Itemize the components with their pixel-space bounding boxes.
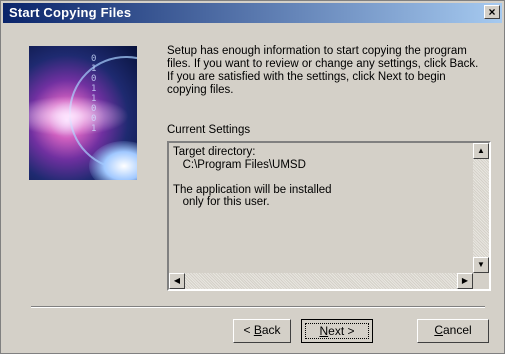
scroll-down-button[interactable]: ▼ — [473, 257, 489, 273]
next-button-label: ext > — [328, 324, 355, 338]
scroll-right-button[interactable]: ▶ — [457, 273, 473, 289]
arrow-left-icon: ◀ — [173, 276, 181, 285]
close-icon: × — [488, 5, 496, 19]
cancel-button[interactable]: Cancel — [417, 319, 489, 343]
scroll-up-button[interactable]: ▲ — [473, 143, 489, 159]
arrow-up-icon: ▲ — [477, 146, 485, 155]
window-title: Start Copying Files — [9, 5, 132, 20]
back-button-prefix: < — [243, 323, 254, 337]
arrow-right-icon: ▶ — [461, 276, 469, 285]
setup-banner-image: 01011001 — [29, 46, 137, 180]
banner-binary-pattern: 01011001 — [91, 54, 97, 134]
back-button-label: ack — [261, 323, 281, 337]
back-button[interactable]: < Back — [233, 319, 291, 343]
current-settings-label: Current Settings — [167, 124, 251, 136]
cancel-button-label: ancel — [442, 323, 472, 337]
close-button[interactable]: × — [484, 5, 500, 19]
button-separator — [31, 306, 485, 308]
next-button-focus-rect: Next > — [305, 323, 369, 339]
banner-glow — [29, 96, 129, 136]
setup-dialog: Start Copying Files × 01011001 Setup has… — [0, 0, 505, 354]
cancel-button-mnemonic: C — [434, 323, 443, 337]
title-bar[interactable]: Start Copying Files × — [3, 3, 502, 23]
next-button[interactable]: Next > — [301, 319, 373, 343]
intro-text: Setup has enough information to start co… — [167, 45, 479, 96]
current-settings-content: Target directory: C:\Program Files\UMSD … — [173, 146, 332, 208]
next-button-mnemonic: N — [319, 324, 329, 338]
vertical-scrollbar[interactable]: ▲ ▼ — [473, 143, 489, 273]
scroll-left-button[interactable]: ◀ — [169, 273, 185, 289]
arrow-down-icon: ▼ — [477, 260, 485, 269]
current-settings-textbox[interactable]: Target directory: C:\Program Files\UMSD … — [167, 141, 491, 291]
back-button-mnemonic: B — [253, 323, 262, 337]
horizontal-scrollbar[interactable]: ◀ ▶ — [169, 273, 473, 289]
scrollbar-corner — [473, 273, 489, 289]
